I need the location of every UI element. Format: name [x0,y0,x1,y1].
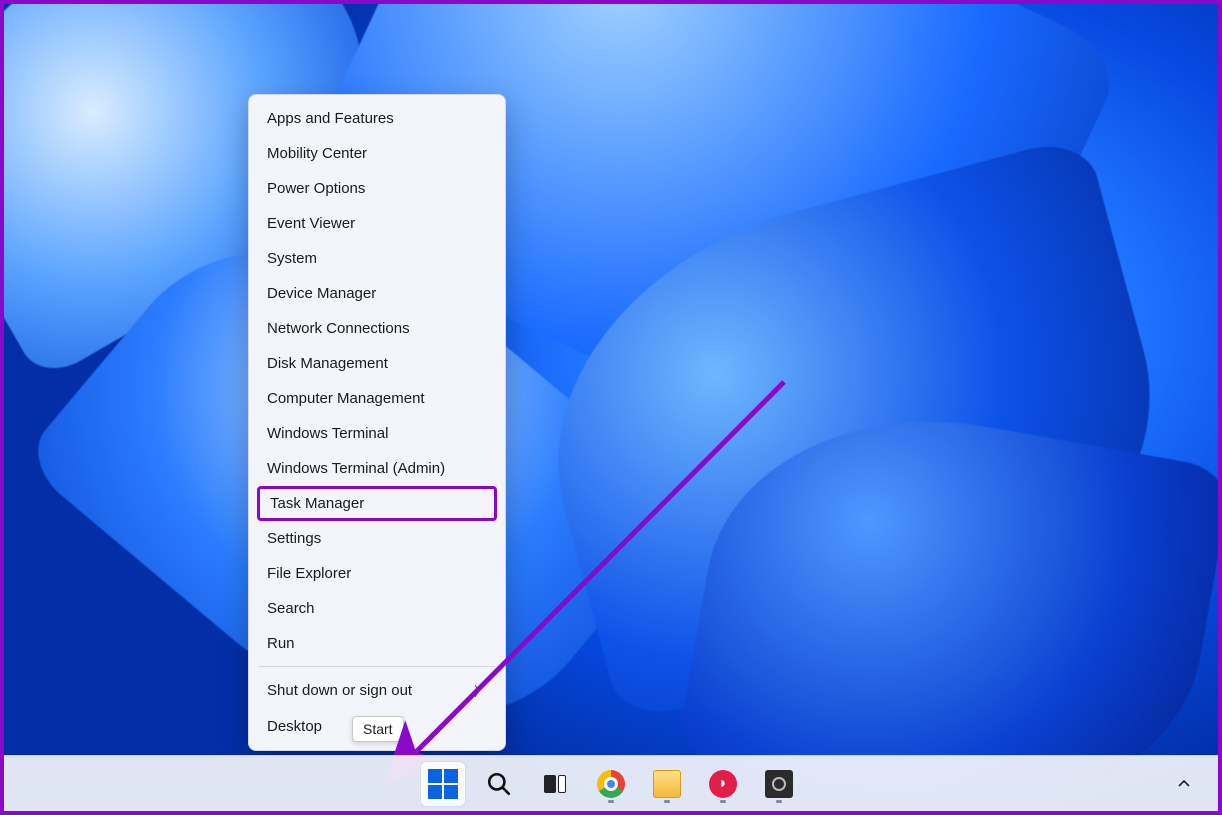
ctx-file-explorer[interactable]: File Explorer [249,556,505,591]
ctx-label: System [267,250,317,267]
ctx-label: Network Connections [267,320,410,337]
task-view-icon [544,775,566,793]
ctx-label: Power Options [267,180,365,197]
desktop-wallpaper [4,4,1218,811]
taskbar-app-chrome[interactable] [589,762,633,806]
ctx-windows-terminal-admin[interactable]: Windows Terminal (Admin) [249,451,505,486]
running-indicator [776,800,782,803]
search-icon [486,771,512,797]
ctx-label: Settings [267,530,321,547]
taskbar-app-opera[interactable]: ◗ [701,762,745,806]
taskbar-app-obs[interactable] [757,762,801,806]
taskbar: ◗ [4,755,1218,811]
running-indicator [664,800,670,803]
winx-context-menu: Apps and Features Mobility Center Power … [248,94,506,751]
ctx-shut-down[interactable]: Shut down or sign out 〉 [249,672,505,709]
ctx-label: Device Manager [267,285,376,302]
start-button[interactable] [421,762,465,806]
tray-overflow-button[interactable] [1170,770,1198,798]
tooltip-text: Start [363,721,393,737]
obs-icon [765,770,793,798]
task-view-button[interactable] [533,762,577,806]
ctx-power-options[interactable]: Power Options [249,171,505,206]
ctx-network-connections[interactable]: Network Connections [249,311,505,346]
ctx-computer-management[interactable]: Computer Management [249,381,505,416]
desktop-screen: Apps and Features Mobility Center Power … [0,0,1222,815]
ctx-windows-terminal[interactable]: Windows Terminal [249,416,505,451]
ctx-task-manager[interactable]: Task Manager [257,486,497,521]
ctx-label: Run [267,635,295,652]
running-indicator [720,800,726,803]
search-button[interactable] [477,762,521,806]
ctx-label: Search [267,600,315,617]
ctx-run[interactable]: Run [249,626,505,661]
taskbar-center: ◗ [421,762,801,806]
chrome-icon [597,770,625,798]
running-indicator [608,800,614,803]
ctx-system[interactable]: System [249,241,505,276]
ctx-label: Computer Management [267,390,425,407]
chevron-right-icon: 〉 [474,681,487,700]
ctx-disk-management[interactable]: Disk Management [249,346,505,381]
ctx-label: Task Manager [270,495,364,512]
ctx-label: Mobility Center [267,145,367,162]
taskbar-app-explorer[interactable] [645,762,689,806]
ctx-label: Desktop [267,718,322,735]
start-tooltip: Start [352,716,404,742]
chevron-up-icon [1177,777,1191,791]
ctx-settings[interactable]: Settings [249,521,505,556]
folder-icon [653,770,681,798]
ctx-mobility-center[interactable]: Mobility Center [249,136,505,171]
ctx-label: Disk Management [267,355,388,372]
ctx-label: Event Viewer [267,215,355,232]
windows-logo-icon [428,769,458,799]
ctx-apps-and-features[interactable]: Apps and Features [249,101,505,136]
ctx-label: Apps and Features [267,110,394,127]
ctx-device-manager[interactable]: Device Manager [249,276,505,311]
ctx-label: Windows Terminal [267,425,388,442]
ctx-label: File Explorer [267,565,351,582]
ctx-label: Shut down or sign out [267,682,412,699]
ctx-event-viewer[interactable]: Event Viewer [249,206,505,241]
ctx-search[interactable]: Search [249,591,505,626]
ctx-separator [259,666,495,667]
ctx-label: Windows Terminal (Admin) [267,460,445,477]
opera-icon: ◗ [709,770,737,798]
